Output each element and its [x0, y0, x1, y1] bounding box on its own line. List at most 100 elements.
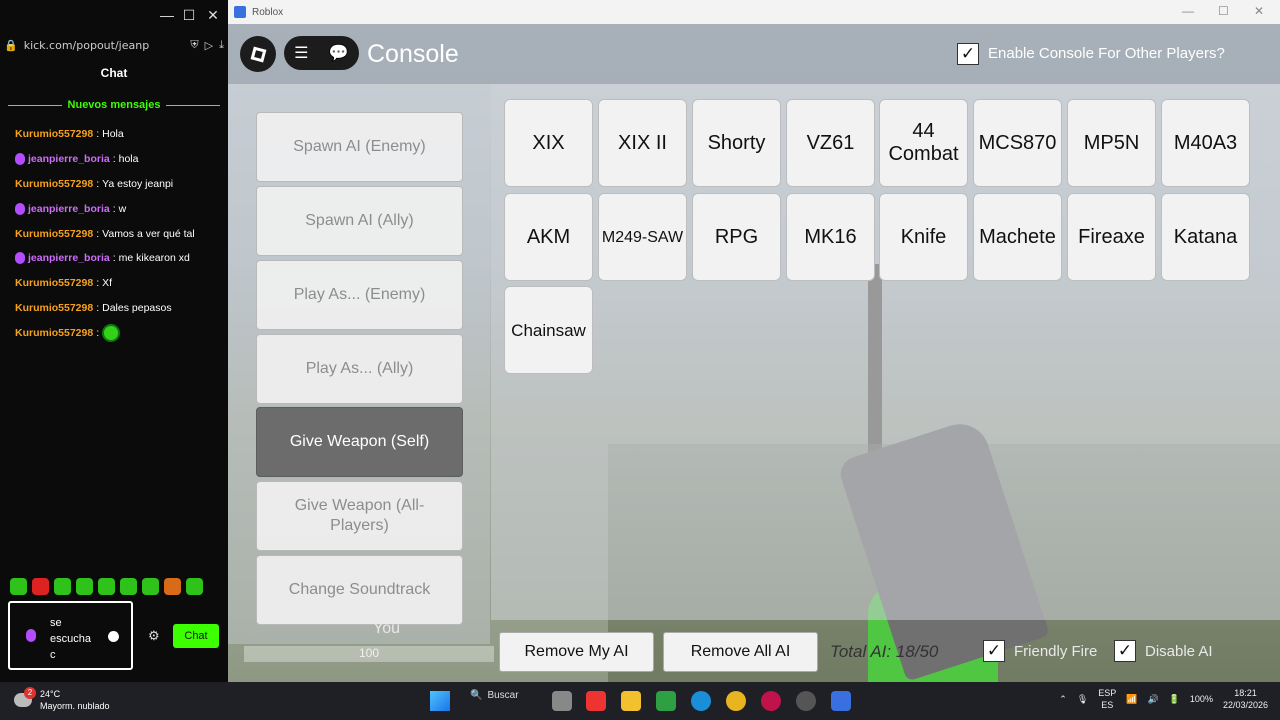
- mic-icon: [26, 629, 36, 642]
- task-view-icon[interactable]: [552, 691, 572, 711]
- emote-icon[interactable]: [98, 578, 115, 595]
- weapon-button[interactable]: VZ61: [786, 99, 875, 187]
- weapon-button[interactable]: M249-SAW: [598, 193, 687, 281]
- obs-icon[interactable]: [796, 691, 816, 711]
- roblox-menu-button[interactable]: [240, 36, 276, 72]
- weapon-button[interactable]: M40A3: [1161, 99, 1250, 187]
- chat-username[interactable]: jeanpierre_boria: [28, 203, 110, 215]
- maximize-button[interactable]: ☐: [180, 6, 198, 24]
- weapon-button[interactable]: 44 Combat: [879, 99, 968, 187]
- disable-ai-checkbox[interactable]: ✓: [1114, 640, 1136, 662]
- hamburger-icon[interactable]: ☰: [294, 43, 308, 63]
- search-icon: 🔍: [470, 690, 483, 701]
- weapon-button[interactable]: Shorty: [692, 99, 781, 187]
- chat-message: Kurumio557298: Ya estoy jeanpi: [15, 177, 174, 190]
- give-weapon-all-button[interactable]: Give Weapon (All-Players): [256, 481, 463, 551]
- chrome-icon[interactable]: [726, 691, 746, 711]
- emote-icon[interactable]: [76, 578, 93, 595]
- chat-bubble-icon[interactable]: 💬: [329, 43, 349, 63]
- weapon-button[interactable]: XIX II: [598, 99, 687, 187]
- chevron-up-icon[interactable]: ⌃: [1059, 694, 1067, 705]
- chat-text: Vamos a ver qué tal: [102, 227, 195, 240]
- mic-badge-icon: [15, 202, 25, 215]
- chat-username[interactable]: Kurumio557298: [15, 178, 93, 190]
- menu-pill: ☰ 💬: [284, 36, 359, 70]
- chat-message: Kurumio557298: Vamos a ver qué tal: [15, 227, 195, 240]
- weapon-button[interactable]: AKM: [504, 193, 593, 281]
- emote-icon[interactable]: [54, 578, 71, 595]
- file-explorer-icon[interactable]: [621, 691, 641, 711]
- play-icon[interactable]: ▷: [205, 39, 213, 52]
- chat-input[interactable]: [50, 615, 94, 663]
- minimize-button[interactable]: —: [1182, 4, 1194, 18]
- shield-icon[interactable]: ⛨: [190, 39, 198, 52]
- chat-username[interactable]: Kurumio557298: [15, 128, 93, 140]
- weapon-button[interactable]: MP5N: [1067, 99, 1156, 187]
- chat-username[interactable]: Kurumio557298: [15, 327, 93, 339]
- download-icon[interactable]: ⤓: [219, 39, 224, 52]
- emote-icon[interactable]: [120, 578, 137, 595]
- edge-icon[interactable]: [691, 691, 711, 711]
- time: 18:21: [1234, 688, 1257, 698]
- minimize-button[interactable]: —: [158, 6, 176, 24]
- mic-badge-icon: [15, 153, 25, 166]
- friendly-fire-checkbox[interactable]: ✓: [983, 640, 1005, 662]
- battery-icon[interactable]: 🔋: [1169, 694, 1180, 705]
- chat-input-box: [8, 601, 133, 670]
- opera-icon[interactable]: [761, 691, 781, 711]
- weapon-button[interactable]: Fireaxe: [1067, 193, 1156, 281]
- weapon-button[interactable]: Machete: [973, 193, 1062, 281]
- weapon-button[interactable]: Knife: [879, 193, 968, 281]
- play-as-enemy-button[interactable]: Play As... (Enemy): [256, 260, 463, 330]
- change-soundtrack-button[interactable]: Change Soundtrack: [256, 555, 463, 625]
- chat-username[interactable]: jeanpierre_boria: [28, 252, 110, 264]
- weapon-button[interactable]: XIX: [504, 99, 593, 187]
- remove-all-ai-button[interactable]: Remove All AI: [663, 632, 818, 672]
- weather-widget[interactable]: 2 24°C Mayorm. nublado: [14, 687, 110, 712]
- emote-icon[interactable]: [164, 578, 181, 595]
- play-as-ally-button[interactable]: Play As... (Ally): [256, 334, 463, 404]
- url-text[interactable]: kick.com/popout/jeanp: [24, 39, 185, 52]
- enable-console-checkbox[interactable]: ✓: [957, 43, 979, 65]
- roblox-icon[interactable]: [831, 691, 851, 711]
- emote-icon[interactable]: [32, 578, 49, 595]
- chat-username[interactable]: Kurumio557298: [15, 302, 93, 314]
- volume-icon[interactable]: 🔊: [1147, 694, 1158, 705]
- weapon-button[interactable]: MK16: [786, 193, 875, 281]
- spawn-ai-ally-button[interactable]: Spawn AI (Ally): [256, 186, 463, 256]
- weapon-button[interactable]: Chainsaw: [504, 286, 593, 374]
- lock-icon: 🔒: [4, 39, 18, 52]
- weapon-button[interactable]: Katana: [1161, 193, 1250, 281]
- chat-text: me kikearon xd: [118, 252, 190, 265]
- weapon-button[interactable]: MCS870: [973, 99, 1062, 187]
- notification-badge: 2: [24, 687, 36, 699]
- clock[interactable]: 18:21 22/03/2026: [1223, 687, 1268, 711]
- excel-icon[interactable]: [656, 691, 676, 711]
- emote-bar: [10, 578, 203, 595]
- chat-username[interactable]: Kurumio557298: [15, 228, 93, 240]
- maximize-button[interactable]: ☐: [1218, 4, 1229, 18]
- close-button[interactable]: ✕: [1254, 4, 1264, 18]
- gear-icon[interactable]: ⚙: [148, 628, 160, 644]
- emote-icon[interactable]: [142, 578, 159, 595]
- chat-username[interactable]: jeanpierre_boria: [28, 153, 110, 165]
- emote-icon[interactable]: [186, 578, 203, 595]
- emoji-icon[interactable]: [108, 631, 119, 642]
- emote-icon[interactable]: [10, 578, 27, 595]
- close-button[interactable]: ✕: [204, 6, 222, 24]
- search-label: Buscar: [487, 690, 519, 701]
- remove-my-ai-button[interactable]: Remove My AI: [499, 632, 654, 672]
- give-weapon-self-button[interactable]: Give Weapon (Self): [256, 407, 463, 477]
- mic-icon[interactable]: 🎙: [1077, 694, 1088, 705]
- spawn-ai-enemy-button[interactable]: Spawn AI (Enemy): [256, 112, 463, 182]
- taskbar-search[interactable]: 🔍 Buscar: [470, 690, 519, 701]
- language-indicator[interactable]: ESP ES: [1098, 687, 1116, 711]
- windows-start-icon[interactable]: [430, 691, 450, 711]
- weapon-button[interactable]: RPG: [692, 193, 781, 281]
- app-icon[interactable]: [586, 691, 606, 711]
- chat-username[interactable]: Kurumio557298: [15, 277, 93, 289]
- send-chat-button[interactable]: Chat: [173, 624, 219, 648]
- wifi-icon[interactable]: 📶: [1126, 694, 1137, 705]
- roblox-window: Roblox — ☐ ✕ Console ☰ 💬 ✓ Enable Consol…: [228, 0, 1280, 682]
- enable-console-label: Enable Console For Other Players?: [988, 45, 1225, 62]
